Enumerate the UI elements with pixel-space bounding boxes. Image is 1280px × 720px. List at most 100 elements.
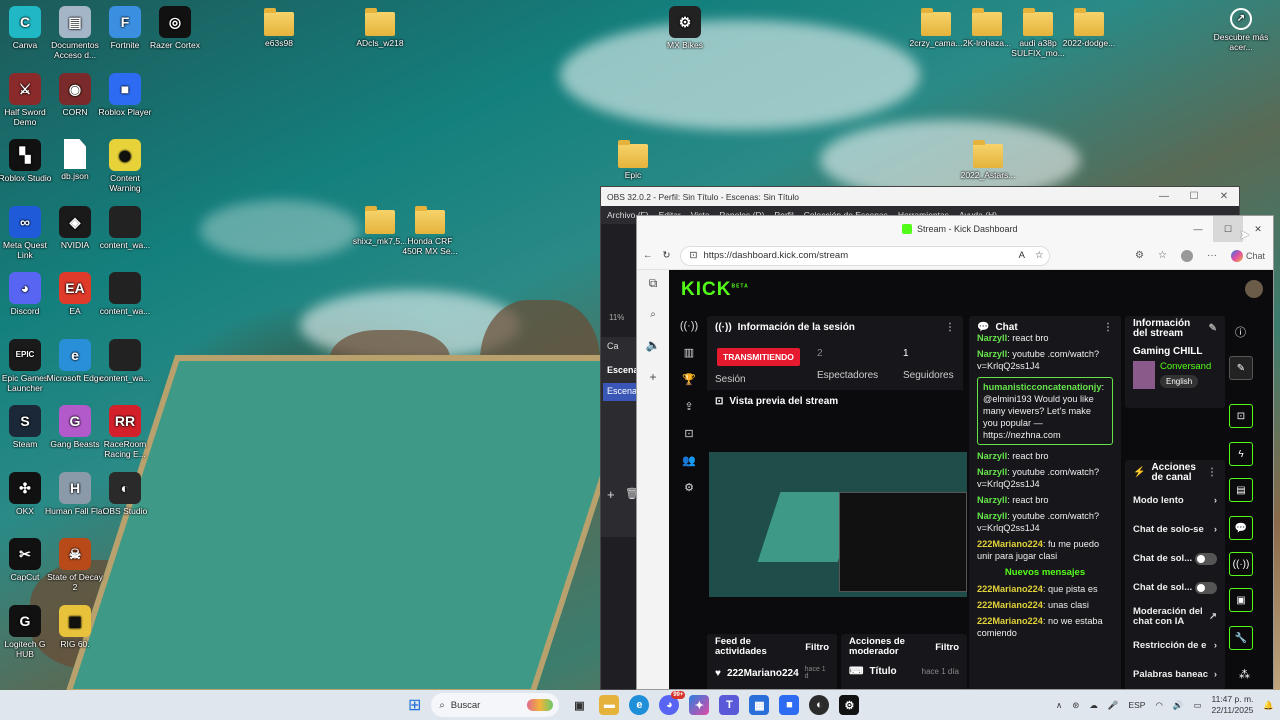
chat-message[interactable]: 222Mariano224: no we estaba comiendo bbox=[977, 613, 1113, 641]
roblox-taskbar-icon[interactable]: ■ bbox=[779, 695, 800, 715]
desktop-icon[interactable]: content_wa... bbox=[95, 338, 155, 383]
desktop-icon[interactable]: RR RaceRoom Racing E... bbox=[95, 405, 155, 459]
desktop-icon[interactable]: ▣ RIG 60. bbox=[45, 604, 105, 649]
mic-icon[interactable]: 🎤 bbox=[1108, 700, 1119, 711]
minimize-icon[interactable]: — bbox=[1149, 191, 1179, 202]
favorite-star-icon[interactable]: ☆ bbox=[1035, 250, 1044, 261]
channel-action-row[interactable]: Chat de solo-se › bbox=[1133, 515, 1217, 544]
mod-action-item[interactable]: ⌨ Título hace 1 día bbox=[841, 660, 967, 683]
chat-username[interactable]: Narzyll bbox=[977, 467, 1007, 477]
desktop-icon[interactable]: Honda CRF 450R MX Se... bbox=[400, 206, 460, 256]
activity-item[interactable]: ♥ 222Mariano224 hace 1 d bbox=[707, 660, 837, 686]
volume-icon[interactable]: 🔈 bbox=[646, 338, 661, 352]
more-icon[interactable]: ··· bbox=[1207, 250, 1217, 261]
chat-username[interactable]: Narzyll bbox=[977, 349, 1007, 359]
desktop-icon[interactable]: ◐ OBS Studio bbox=[95, 471, 155, 516]
clock[interactable]: 11:47 p. m. 22/11/2025 bbox=[1211, 694, 1253, 716]
chat-username[interactable]: Narzyll bbox=[977, 511, 1007, 521]
edit-tool-icon[interactable]: ✎ bbox=[1229, 356, 1253, 380]
desktop-icon[interactable]: ◉ Content Warning bbox=[95, 139, 155, 193]
toggle-switch[interactable] bbox=[1195, 581, 1217, 594]
chat-message[interactable]: Narzyll: react bro bbox=[977, 448, 1113, 464]
layout-tool-icon[interactable]: ▣ bbox=[1229, 588, 1253, 612]
desktop-icon[interactable]: ADcls_w218 bbox=[350, 8, 410, 48]
chat-message[interactable]: Narzyll: react bro bbox=[977, 330, 1113, 346]
cloud-icon[interactable]: ☁ bbox=[1089, 700, 1098, 711]
teams-taskbar-icon[interactable]: T bbox=[719, 695, 740, 715]
desktop-icon[interactable]: ↗ Descubre más acer... bbox=[1211, 8, 1271, 52]
profile-icon[interactable] bbox=[1180, 249, 1193, 262]
mx-bikes-taskbar-icon[interactable]: ⚙ bbox=[839, 695, 860, 715]
edit-icon[interactable]: ✎ bbox=[1209, 324, 1217, 334]
obs-titlebar[interactable]: OBS 32.0.2 - Perfil: Sin Título - Escena… bbox=[601, 187, 1239, 206]
chevron-right-icon[interactable]: › bbox=[1214, 669, 1217, 680]
chevron-up-icon[interactable]: ∧ bbox=[1056, 700, 1062, 711]
info-icon[interactable]: ⓘ bbox=[1235, 324, 1246, 340]
chat-username[interactable]: Narzyll bbox=[977, 495, 1007, 505]
camera-tool-icon[interactable]: ⊡ bbox=[1229, 404, 1253, 428]
task-view-icon[interactable]: ▣ bbox=[569, 695, 589, 715]
browser-window[interactable]: Stream - Kick Dashboard — ☐ ✕ ← ↻ ⊡ http… bbox=[636, 215, 1274, 690]
volume-icon[interactable]: 🔊 bbox=[1173, 700, 1184, 711]
chat-message[interactable]: 222Mariano224: que pista es bbox=[977, 581, 1113, 597]
broadcast-tool-icon[interactable]: ((·)) bbox=[1229, 552, 1253, 576]
desktop-icon[interactable]: e63s98 bbox=[249, 8, 309, 48]
refresh-icon[interactable]: ↻ bbox=[663, 250, 671, 261]
wrench-tool-icon[interactable]: 🔧 bbox=[1229, 626, 1253, 650]
stream-nav-icon[interactable]: ((·)) bbox=[680, 320, 698, 332]
analytics-icon[interactable]: ▥ bbox=[684, 346, 694, 359]
desktop-icon[interactable]: ⚙ MX Bikes bbox=[655, 6, 715, 50]
notifications-icon[interactable]: 🔔 bbox=[1263, 700, 1274, 711]
chat-username[interactable]: Narzyll bbox=[977, 451, 1007, 461]
chat-username[interactable]: 222Mariano224 bbox=[977, 600, 1043, 610]
tabs-icon[interactable]: ⧉ bbox=[649, 276, 658, 291]
chat-message[interactable]: Narzyll: youtube .com/watch?v=KrlqQ2ss1J… bbox=[977, 346, 1113, 374]
start-icon[interactable]: ⊞ bbox=[408, 695, 421, 715]
copilot-taskbar-icon[interactable]: ✦ bbox=[689, 695, 710, 715]
lightning-tool-icon[interactable]: ϟ bbox=[1229, 442, 1253, 466]
menu-dots-icon[interactable]: ⋮ bbox=[1103, 322, 1113, 333]
add-scene-icon[interactable]: + bbox=[607, 487, 615, 502]
browser-titlebar[interactable]: Stream - Kick Dashboard — ☐ ✕ bbox=[637, 216, 1273, 242]
chat-username[interactable]: 222Mariano224 bbox=[977, 616, 1043, 626]
search-icon[interactable]: ⌕ bbox=[650, 309, 656, 320]
favorites-icon[interactable]: ☆ bbox=[1158, 250, 1167, 261]
desktop-icon[interactable]: 2022_Astars... bbox=[958, 140, 1018, 180]
language-indicator[interactable]: ESP bbox=[1128, 700, 1145, 710]
read-aloud-icon[interactable]: A bbox=[1019, 250, 1025, 261]
upload-icon[interactable]: ⇪ bbox=[684, 400, 693, 413]
chevron-right-icon[interactable]: › bbox=[1214, 524, 1217, 535]
wifi-icon[interactable]: ◠ bbox=[1155, 700, 1162, 711]
site-info-icon[interactable]: ⊡ bbox=[689, 250, 697, 261]
channel-action-row[interactable]: Moderación del chat con IA ↗ bbox=[1133, 602, 1217, 631]
edge-taskbar-icon[interactable]: e bbox=[629, 695, 650, 715]
store-taskbar-icon[interactable]: ▦ bbox=[749, 695, 770, 715]
more-tools-icon[interactable]: ⁂ bbox=[1239, 668, 1250, 681]
kick-logo[interactable]: KICKBETA bbox=[681, 279, 749, 301]
obs-scene-item[interactable]: Escena bbox=[603, 383, 637, 401]
minimize-icon[interactable]: — bbox=[1183, 216, 1213, 242]
network-icon[interactable]: ⊛ bbox=[1072, 700, 1079, 711]
chat-username[interactable]: humanisticconcatenationjy bbox=[983, 382, 1101, 392]
obs-taskbar-icon[interactable]: ◐ bbox=[809, 695, 830, 715]
desktop-icon[interactable]: ☠ State of Decay 2 bbox=[45, 538, 105, 592]
user-avatar[interactable] bbox=[1245, 280, 1263, 298]
menu-dots-icon[interactable]: ⋮ bbox=[1207, 468, 1217, 478]
channel-action-row[interactable]: Modo lento › bbox=[1133, 486, 1217, 515]
chat-message[interactable]: Narzyll: youtube .com/watch?v=KrlqQ2ss1J… bbox=[977, 464, 1113, 492]
toggle-switch[interactable] bbox=[1195, 552, 1217, 565]
desktop-icon[interactable]: ◎ Razer Cortex bbox=[145, 6, 205, 50]
extensions-icon[interactable]: ⚙ bbox=[1135, 250, 1144, 261]
desktop-icon[interactable]: content_wa... bbox=[95, 205, 155, 250]
desktop-icon[interactable]: Epic bbox=[603, 140, 663, 180]
copilot-chat-button[interactable]: Chat bbox=[1230, 249, 1265, 262]
chat-message[interactable]: 222Mariano224: fu me puedo unir para jug… bbox=[977, 536, 1113, 564]
back-icon[interactable]: ← bbox=[643, 250, 653, 261]
channel-action-row[interactable]: Palabras baneac › bbox=[1133, 660, 1217, 689]
category-name[interactable]: Conversand bbox=[1160, 361, 1211, 372]
chat-username[interactable]: 222Mariano224 bbox=[977, 539, 1043, 549]
mod-filter-button[interactable]: Filtro bbox=[935, 642, 959, 653]
address-bar[interactable]: ⊡ https://dashboard.kick.com/stream A ☆ bbox=[680, 245, 1051, 266]
maximize-icon[interactable]: ☐ bbox=[1179, 191, 1209, 202]
chevron-right-icon[interactable]: › bbox=[1214, 640, 1217, 651]
